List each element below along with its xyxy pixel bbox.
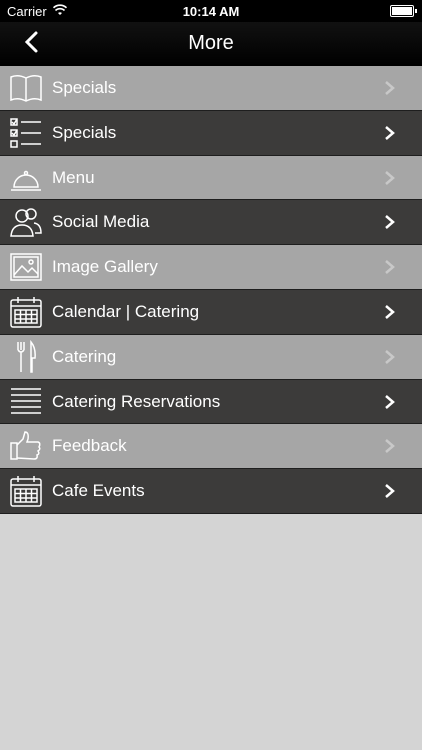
list-item-label: Specials xyxy=(52,78,117,97)
chevron-right-icon xyxy=(385,394,395,409)
list-item-social-media[interactable]: Social Media xyxy=(0,200,422,246)
list-item-catering[interactable]: Catering xyxy=(0,334,422,380)
lines-icon xyxy=(11,387,41,414)
chevron-right-icon xyxy=(385,305,395,319)
thumbs-up-icon xyxy=(10,431,41,461)
list-item-cafe-events[interactable]: Cafe Events xyxy=(0,469,422,514)
list-item-calendar-catering[interactable]: Calendar | Catering xyxy=(0,289,422,335)
list-item-label: Menu xyxy=(52,167,95,187)
list-item-specials[interactable]: Specials xyxy=(0,66,422,111)
fork-knife-icon xyxy=(17,339,36,373)
nav-bar: More xyxy=(0,22,422,66)
menu-list: Specials Specials Menu Social Media Imag xyxy=(0,66,422,514)
list-item-specials-2[interactable]: Specials xyxy=(0,110,422,156)
chevron-right-icon xyxy=(385,349,395,364)
status-bar: Carrier 10:14 AM xyxy=(0,0,422,22)
image-icon xyxy=(10,253,42,281)
list-item-label: Specials xyxy=(52,122,117,142)
list-item-label: Catering xyxy=(52,346,117,366)
calendar-icon xyxy=(10,476,42,507)
users-icon xyxy=(10,208,42,238)
chevron-right-icon xyxy=(385,215,395,230)
list-item-label: Calendar | Catering xyxy=(52,301,200,321)
list-item-catering-reservations[interactable]: Catering Reservations xyxy=(0,379,422,425)
battery-icon xyxy=(390,5,417,17)
page-title: More xyxy=(188,32,234,54)
book-icon xyxy=(10,74,42,102)
list-item-label: Image Gallery xyxy=(52,257,158,277)
chevron-right-icon xyxy=(385,484,395,499)
chevron-right-icon xyxy=(385,81,395,95)
list-item-feedback[interactable]: Feedback xyxy=(0,424,422,470)
list-item-menu[interactable]: Menu xyxy=(0,155,422,201)
list-item-image-gallery[interactable]: Image Gallery xyxy=(0,245,422,290)
chevron-right-icon xyxy=(385,439,395,454)
chevron-right-icon xyxy=(385,260,395,275)
list-item-label: Cafe Events xyxy=(52,481,145,501)
list-item-label: Social Media xyxy=(52,212,150,232)
list-item-label: Catering Reservations xyxy=(52,391,221,411)
calendar-icon xyxy=(10,296,42,328)
checklist-icon xyxy=(10,118,41,148)
cloche-icon xyxy=(11,170,41,191)
status-time: 10:14 AM xyxy=(182,4,240,19)
chevron-right-icon xyxy=(385,125,395,140)
list-item-label: Feedback xyxy=(52,436,127,456)
chevron-right-icon xyxy=(385,170,395,185)
